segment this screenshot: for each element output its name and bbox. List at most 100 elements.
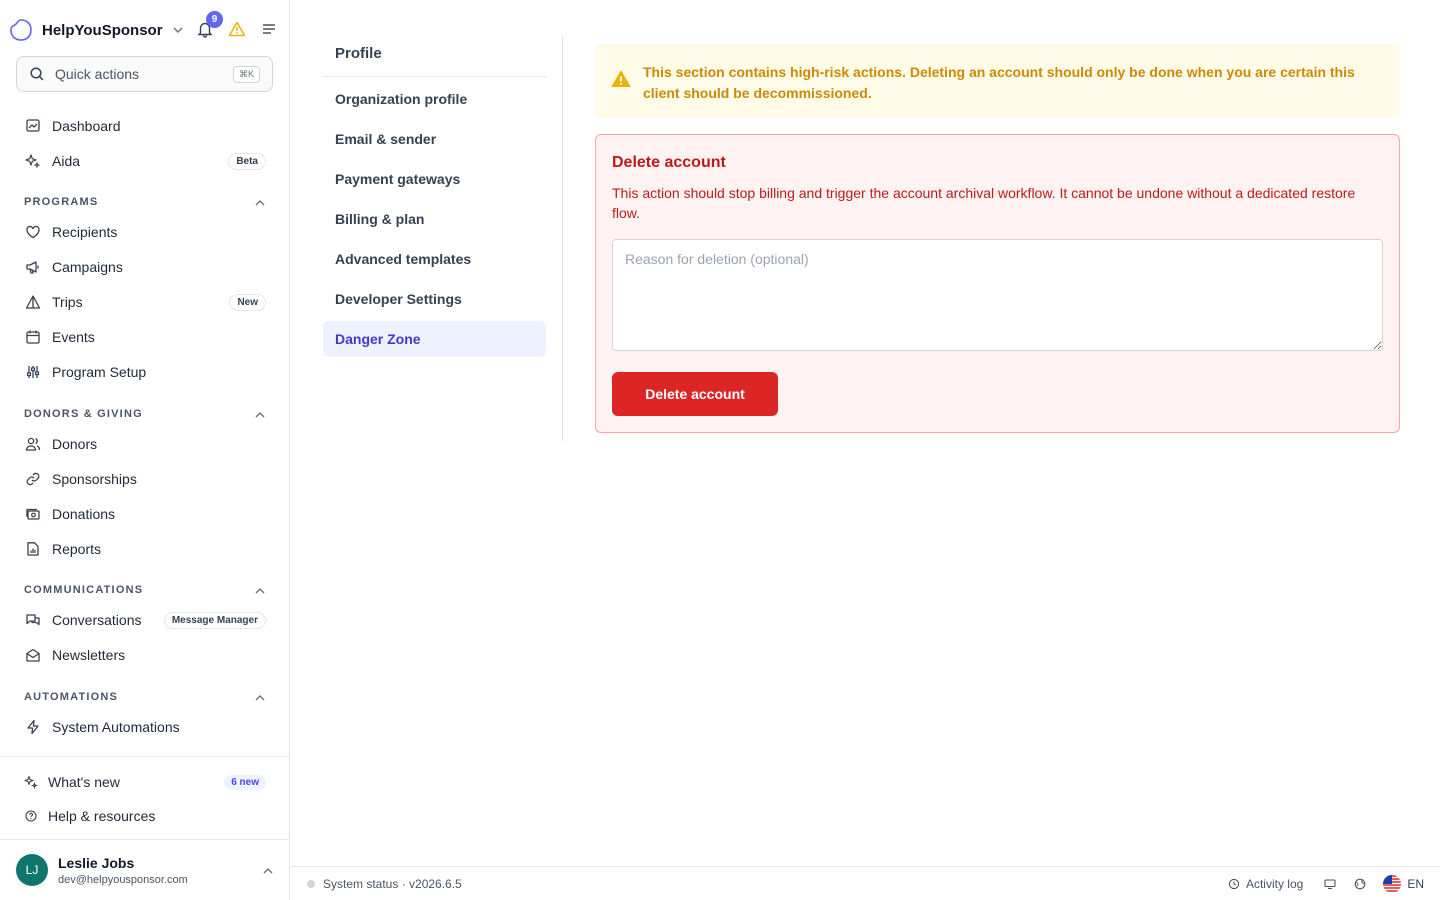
- megaphone-icon: [24, 258, 42, 276]
- system-status[interactable]: System status · v2026.6.5: [323, 877, 462, 891]
- section-donors-header[interactable]: DONORS & GIVING: [24, 406, 266, 422]
- nav-item-campaigns[interactable]: Campaigns: [24, 255, 266, 279]
- section-title: AUTOMATIONS: [24, 691, 119, 703]
- settings-nav-divider: [323, 76, 547, 77]
- whats-new-count-badge: 6 new: [224, 774, 266, 790]
- delete-account-button[interactable]: Delete account: [612, 372, 778, 416]
- section-automations-header[interactable]: AUTOMATIONS: [24, 689, 266, 705]
- sparkles-icon: [24, 775, 39, 790]
- user-info: Leslie Jobs dev@helpyousponsor.com: [58, 855, 188, 886]
- whats-new-link[interactable]: What's new 6 new: [24, 771, 266, 793]
- nav-label: Campaigns: [52, 259, 123, 275]
- calendar-icon: [24, 328, 42, 346]
- notification-count-badge: 9: [206, 11, 223, 28]
- bolt-icon: [24, 718, 42, 736]
- monitor-icon[interactable]: [1323, 877, 1337, 891]
- section-title: COMMUNICATIONS: [24, 584, 144, 596]
- quick-actions-search[interactable]: Quick actions ⌘K: [16, 56, 273, 92]
- warning-icon[interactable]: [226, 18, 248, 40]
- nav-item-trips[interactable]: Trips New: [24, 290, 266, 314]
- report-icon: [24, 540, 42, 558]
- settings-nav-developer-settings[interactable]: Developer Settings: [323, 281, 546, 317]
- nav-label: Reports: [52, 541, 102, 557]
- chevron-up-icon: [262, 864, 274, 876]
- chat-icon: [24, 611, 42, 629]
- chevron-up-icon: [254, 691, 266, 703]
- nav-item-donors[interactable]: Donors: [24, 432, 266, 456]
- warning-icon: [611, 69, 631, 89]
- help-resources-link[interactable]: Help & resources: [24, 805, 266, 827]
- globe-icon[interactable]: [1353, 877, 1367, 891]
- delete-account-title: Delete account: [612, 154, 726, 171]
- deletion-reason-textarea[interactable]: [612, 239, 1383, 351]
- nav-item-newsletters[interactable]: Newsletters: [24, 643, 266, 667]
- message-manager-badge: Message Manager: [163, 611, 266, 629]
- brand-name: HelpYouSponsor: [42, 21, 163, 39]
- org-switcher[interactable]: HelpYouSponsor: [8, 16, 185, 44]
- nav-label: Dashboard: [52, 118, 121, 134]
- section-communications-header[interactable]: COMMUNICATIONS: [24, 582, 266, 598]
- nav-item-reports[interactable]: Reports: [24, 537, 266, 561]
- nav-label: Newsletters: [52, 647, 126, 663]
- status-dot: [307, 879, 315, 888]
- delete-account-description: This action should stop billing and trig…: [612, 185, 1356, 221]
- settings-nav-payment-gateways[interactable]: Payment gateways: [323, 161, 546, 197]
- warning-text: This section contains high-risk actions.…: [643, 64, 1355, 101]
- nav-item-dashboard[interactable]: Dashboard: [24, 114, 266, 138]
- us-flag-icon: [1383, 874, 1402, 893]
- nav-label: Aida: [52, 153, 81, 169]
- user-name: Leslie Jobs: [58, 854, 135, 871]
- search-placeholder: Quick actions: [55, 66, 140, 82]
- activity-log-link[interactable]: Activity log: [1228, 877, 1303, 891]
- app: HelpYouSponsor 9 Quick actions ⌘K Dashbo…: [0, 0, 1440, 900]
- link-icon: [24, 470, 42, 488]
- nav-item-aida[interactable]: Aida Beta: [24, 149, 266, 173]
- chevron-down-icon: [171, 23, 185, 37]
- chevron-up-icon: [254, 408, 266, 420]
- status-footer: System status · v2026.6.5 Activity log E…: [291, 866, 1440, 900]
- beta-badge: Beta: [228, 152, 266, 170]
- nav-label: Trips: [52, 294, 83, 310]
- nav-item-recipients[interactable]: Recipients: [24, 220, 266, 244]
- dashboard-icon: [24, 117, 42, 135]
- envelope-open-icon: [24, 646, 42, 664]
- nav-label: Donations: [52, 506, 116, 522]
- top-icons: 9: [194, 11, 290, 40]
- nav-label: Sponsorships: [52, 471, 137, 487]
- activity-log-label: Activity log: [1245, 876, 1304, 891]
- heart-icon: [24, 223, 42, 241]
- nav-item-system-automations[interactable]: System Automations: [24, 715, 266, 739]
- settings-nav-billing-plan[interactable]: Billing & plan: [323, 201, 546, 237]
- section-title: DONORS & GIVING: [24, 408, 143, 420]
- cash-icon: [24, 505, 42, 523]
- settings-nav-organization-profile[interactable]: Organization profile: [323, 81, 546, 117]
- nav-label: Events: [52, 329, 95, 345]
- brand-logo-icon: [8, 17, 34, 43]
- nav-item-program-setup[interactable]: Program Setup: [24, 360, 266, 384]
- avatar: LJ: [16, 854, 48, 886]
- nav-label: Program Setup: [52, 364, 147, 380]
- settings-nav-header[interactable]: Profile: [335, 45, 382, 62]
- section-title: PROGRAMS: [24, 196, 99, 208]
- nav-item-conversations[interactable]: Conversations Message Manager: [24, 608, 266, 632]
- settings-nav-email-sender[interactable]: Email & sender: [323, 121, 546, 157]
- settings-nav-danger-zone[interactable]: Danger Zone: [323, 321, 546, 357]
- settings-nav-advanced-templates[interactable]: Advanced templates: [323, 241, 546, 277]
- nav-item-donations[interactable]: Donations: [24, 502, 266, 526]
- nav-label: Conversations: [52, 612, 142, 628]
- help-label: Help & resources: [48, 808, 156, 824]
- nav-item-sponsorships[interactable]: Sponsorships: [24, 467, 266, 491]
- whats-new-label: What's new: [48, 774, 120, 790]
- search-icon: [29, 66, 45, 82]
- user-menu[interactable]: LJ Leslie Jobs dev@helpyousponsor.com: [16, 853, 274, 887]
- section-programs-header[interactable]: PROGRAMS: [24, 194, 266, 210]
- menu-icon[interactable]: [258, 18, 280, 40]
- user-email: dev@helpyousponsor.com: [58, 873, 188, 886]
- nav-label: Recipients: [52, 224, 118, 240]
- nav-item-events[interactable]: Events: [24, 325, 266, 349]
- bell-icon[interactable]: 9: [194, 11, 223, 40]
- nav-label: System Automations: [52, 719, 180, 735]
- language-selector[interactable]: EN: [1383, 874, 1424, 893]
- clock-icon: [1228, 878, 1240, 890]
- delete-account-card: Delete account This action should stop b…: [595, 134, 1400, 433]
